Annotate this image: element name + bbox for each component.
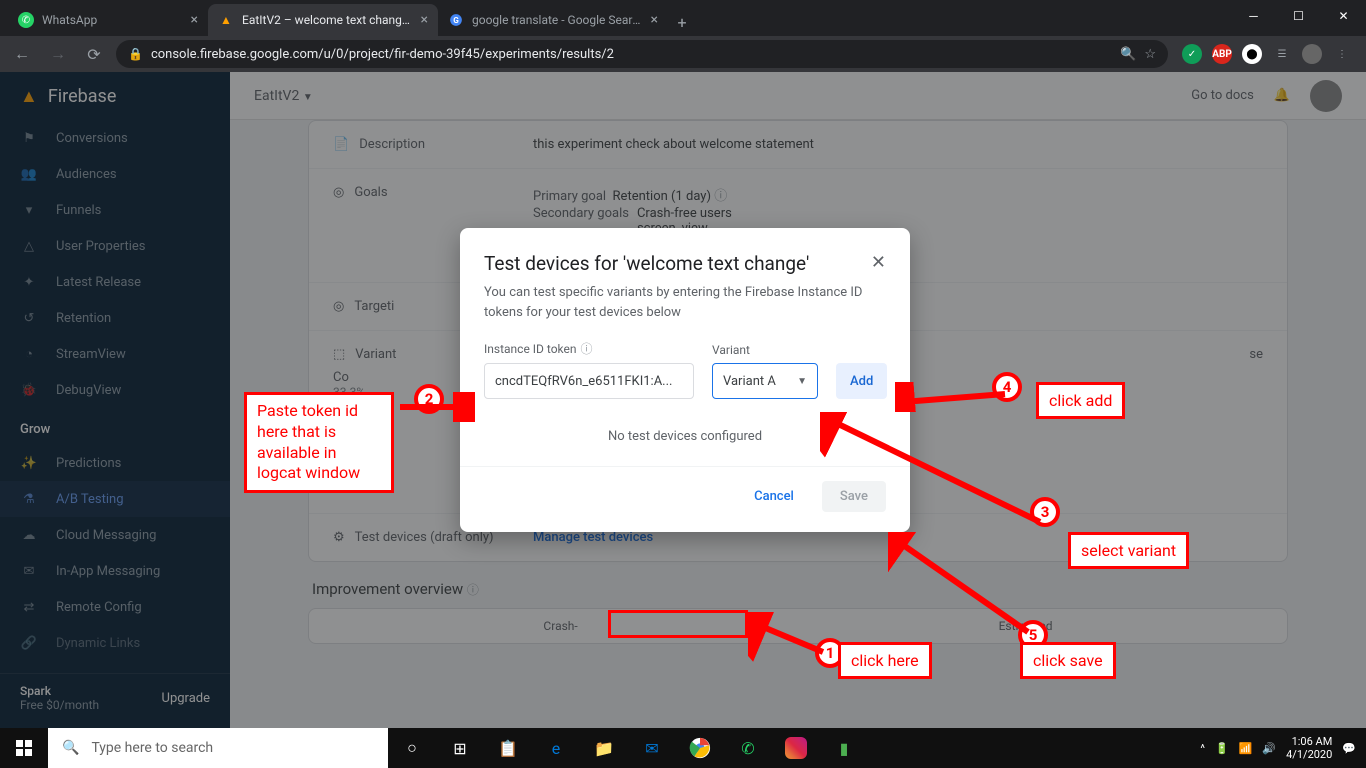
save-button[interactable]: Save (822, 481, 886, 512)
tab-title: WhatsApp (42, 13, 183, 27)
back-button[interactable]: ← (8, 40, 36, 68)
taskbar-search[interactable]: 🔍 Type here to search (48, 728, 388, 768)
notifications-icon[interactable]: 💬 (1342, 742, 1356, 755)
add-button[interactable]: Add (836, 363, 887, 399)
close-icon[interactable]: × (421, 12, 428, 28)
profile-avatar[interactable] (1302, 44, 1322, 64)
modal-form: Instance ID tokenⓘ Variant Variant A▼ Ad… (460, 340, 910, 417)
token-label: Instance ID tokenⓘ (484, 340, 694, 357)
extensions: ✓ ABP ⬤ ☰ ⋮ (1176, 44, 1358, 64)
tab-google[interactable]: G google translate - Google Search × (438, 4, 668, 36)
cortana-icon[interactable]: ○ (388, 728, 436, 768)
whatsapp-icon: ✆ (18, 12, 34, 28)
clock[interactable]: 1:06 AM 4/1/2020 (1286, 735, 1332, 761)
tab-title: google translate - Google Search (472, 13, 643, 27)
windows-taskbar: 🔍 Type here to search ○ ⊞ 📋 e 📁 ✉ ✆ ▮ ^ … (0, 728, 1366, 768)
task-view-icon[interactable]: ⊞ (436, 728, 484, 768)
annotation-badge-4: 4 (992, 372, 1022, 402)
variant-select[interactable]: Variant A▼ (712, 363, 818, 399)
chevron-down-icon: ▼ (797, 376, 807, 387)
star-icon[interactable]: ☆ (1144, 47, 1156, 62)
search-icon: 🔍 (62, 740, 79, 756)
no-devices-text: No test devices configured (460, 417, 910, 466)
annotation-5: click save (1020, 642, 1116, 679)
new-tab-button[interactable]: + (668, 8, 696, 36)
tray-chevron-icon[interactable]: ^ (1200, 742, 1205, 755)
info-icon: ⓘ (581, 340, 593, 357)
modal-description: You can test specific variants by enteri… (460, 283, 910, 340)
volume-icon[interactable]: 🔊 (1262, 742, 1276, 755)
chrome-icon[interactable] (676, 728, 724, 768)
close-icon[interactable]: × (651, 12, 658, 28)
reading-list-icon[interactable]: ☰ (1272, 44, 1292, 64)
tab-title: EatItV2 – welcome text change – (242, 13, 413, 27)
office-icon[interactable]: 📋 (484, 728, 532, 768)
google-icon: G (448, 12, 464, 28)
explorer-icon[interactable]: 📁 (580, 728, 628, 768)
system-tray: ^ 🔋 📶 🔊 1:06 AM 4/1/2020 💬 (1190, 735, 1366, 761)
search-placeholder: Type here to search (91, 740, 213, 756)
omnibox[interactable]: 🔒 console.firebase.google.com/u/0/projec… (116, 40, 1168, 68)
annotation-badge-3: 3 (1030, 497, 1060, 527)
lock-icon: 🔒 (128, 47, 143, 61)
close-icon[interactable]: × (191, 12, 198, 28)
minimize-button[interactable]: ─ (1231, 0, 1276, 32)
annotation-4: click add (1036, 382, 1125, 419)
start-button[interactable] (0, 728, 48, 768)
annotation-badge-2: 2 (414, 384, 444, 414)
firebase-icon: ▲ (218, 12, 234, 28)
battery-icon[interactable]: 🔋 (1215, 742, 1229, 755)
wifi-icon[interactable]: 📶 (1239, 742, 1253, 755)
abp-icon[interactable]: ABP (1212, 44, 1232, 64)
annotation-2: Paste token id here that is available in… (244, 392, 394, 493)
svg-text:G: G (453, 15, 459, 25)
annotation-rect (608, 610, 748, 638)
test-devices-modal: Test devices for 'welcome text change' ✕… (460, 228, 910, 532)
tab-firebase[interactable]: ▲ EatItV2 – welcome text change – × (208, 4, 438, 36)
variant-label: Variant (712, 343, 818, 357)
mail-icon[interactable]: ✉ (628, 728, 676, 768)
window-controls: ─ ☐ ✕ (1231, 0, 1366, 32)
menu-icon[interactable]: ⋮ (1332, 44, 1352, 64)
tab-strip: ✆ WhatsApp × ▲ EatItV2 – welcome text ch… (0, 0, 1366, 36)
cancel-button[interactable]: Cancel (742, 481, 806, 512)
ext-icon[interactable]: ⬤ (1242, 44, 1262, 64)
browser-chrome: ✆ WhatsApp × ▲ EatItV2 – welcome text ch… (0, 0, 1366, 72)
ext-icon[interactable]: ✓ (1182, 44, 1202, 64)
search-icon: 🔍 (1120, 47, 1136, 62)
url-text: console.firebase.google.com/u/0/project/… (151, 47, 1112, 62)
instagram-icon[interactable] (785, 737, 807, 759)
close-icon[interactable]: ✕ (871, 252, 886, 273)
tab-whatsapp[interactable]: ✆ WhatsApp × (8, 4, 208, 36)
app-icon[interactable]: ▮ (820, 728, 868, 768)
page-content: ▲ Firebase ⚑Conversions 👥Audiences ▾Funn… (0, 72, 1366, 728)
address-bar: ← → ⟳ 🔒 console.firebase.google.com/u/0/… (0, 36, 1366, 72)
forward-button[interactable]: → (44, 40, 72, 68)
annotation-3: select variant (1068, 532, 1189, 569)
reload-button[interactable]: ⟳ (80, 40, 108, 68)
whatsapp-icon[interactable]: ✆ (724, 728, 772, 768)
instance-id-input[interactable] (484, 363, 694, 399)
close-window-button[interactable]: ✕ (1321, 0, 1366, 32)
modal-title: Test devices for 'welcome text change' (484, 252, 809, 275)
maximize-button[interactable]: ☐ (1276, 0, 1321, 32)
annotation-1: click here (838, 642, 932, 679)
edge-icon[interactable]: e (532, 728, 580, 768)
